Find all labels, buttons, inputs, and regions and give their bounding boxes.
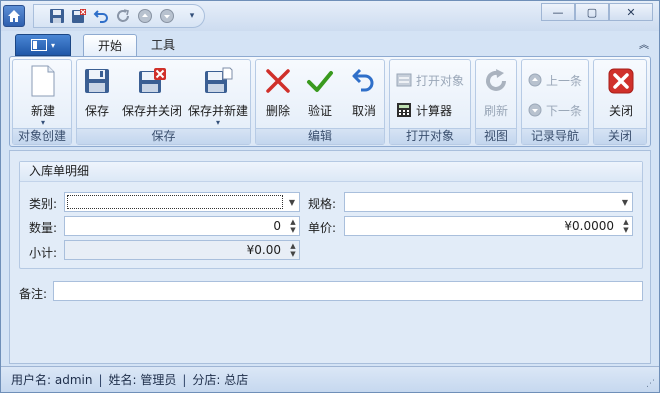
group-record-nav: 上一条 下一条 记录导航 <box>521 59 589 145</box>
resize-grip-icon[interactable]: ⋰ <box>646 379 655 389</box>
save-close-button[interactable]: 保存并关闭 <box>121 62 183 128</box>
group-label-create: 对象创建 <box>13 128 71 144</box>
status-name: 姓名: 管理员 <box>108 373 177 387</box>
save-new-button[interactable]: 保存并新建 ▾ <box>187 62 249 128</box>
remark-label: 备注: <box>19 287 48 301</box>
group-label-edit: 编辑 <box>256 128 384 144</box>
status-user: 用户名: admin <box>11 373 93 387</box>
save-disk-icon <box>81 64 113 98</box>
verify-button[interactable]: 验证 <box>302 62 338 128</box>
spin-icon[interactable]: ▲ ▼ <box>620 217 632 235</box>
group-open-object: 打开对象 计算器 打开对象 <box>389 59 471 145</box>
save-close-icon[interactable] <box>70 7 88 25</box>
spec-select[interactable]: ▼ <box>344 192 633 212</box>
status-branch: 分店: 总店 <box>192 373 249 387</box>
cancel-button[interactable]: 取消 <box>346 62 382 128</box>
undo-icon[interactable] <box>92 7 110 25</box>
maximize-button[interactable]: ▢ <box>575 3 609 21</box>
app-menu-icon <box>30 39 47 51</box>
ribbon-tabs: ▾ 开始 工具 ︽ <box>11 31 651 57</box>
refresh-icon <box>480 64 512 98</box>
delete-button[interactable]: 删除 <box>260 62 296 128</box>
tab-tools[interactable]: 工具 <box>137 34 189 57</box>
home-icon[interactable] <box>3 5 25 27</box>
qty-stepper[interactable]: 0 ▲ ▼ <box>64 216 300 236</box>
group-save: 保存 保存并关闭 保存并新建 ▾ 保存 <box>76 59 251 145</box>
new-button[interactable]: 新建 ▾ <box>19 62 67 128</box>
refresh-button[interactable]: 刷新 <box>479 62 513 128</box>
save-close-disk-icon <box>136 64 168 98</box>
close-window-button[interactable]: ✕ <box>609 3 653 21</box>
subtotal-label: 小计: <box>29 246 58 260</box>
app-menu-button[interactable]: ▾ <box>15 34 71 56</box>
group-create: 新建 ▾ 对象创建 <box>12 59 72 145</box>
calculator-button[interactable]: 计算器 <box>396 100 452 120</box>
status-bar: 用户名: admin | 姓名: 管理员 | 分店: 总店 ⋰ <box>1 366 659 392</box>
check-icon <box>304 64 336 98</box>
detail-groupbox: 入库单明细 类别: ▼ 规格: ▼ 数量: 0 ▲▼ 单价: ¥0.0000 <box>19 161 643 269</box>
app-window: ▾ — ▢ ✕ ▾ 开始 工具 ︽ 新建 ▾ 对象创建 保存 保存并关闭 保存并… <box>0 0 660 393</box>
category-select[interactable]: ▼ <box>64 192 300 212</box>
remark-input[interactable] <box>53 281 643 301</box>
group-close: 关闭 关闭 <box>593 59 647 145</box>
save-icon[interactable] <box>48 7 66 25</box>
group-edit: 删除 验证 取消 编辑 <box>255 59 385 145</box>
form-area: 入库单明细 类别: ▼ 规格: ▼ 数量: 0 ▲▼ 单价: ¥0.0000 <box>9 150 651 364</box>
section-title: 入库单明细 <box>20 162 642 182</box>
calculator-icon <box>397 103 411 117</box>
group-label-save: 保存 <box>77 128 250 144</box>
group-label-view: 视图 <box>476 128 516 144</box>
open-object-button[interactable]: 打开对象 <box>396 70 464 90</box>
category-label: 类别: <box>29 197 58 211</box>
open-object-icon <box>396 73 412 87</box>
close-button[interactable]: 关闭 <box>599 62 643 128</box>
group-label-open-object: 打开对象 <box>390 128 470 144</box>
arrow-down-circle-icon <box>528 103 542 117</box>
ribbon: 新建 ▾ 对象创建 保存 保存并关闭 保存并新建 ▾ 保存 删除 验证 取消 编… <box>9 56 651 147</box>
tab-home[interactable]: 开始 <box>83 34 138 57</box>
customize-qat-icon[interactable]: ▾ <box>186 11 198 21</box>
qty-label: 数量: <box>29 221 58 235</box>
collapse-ribbon-icon[interactable]: ︽ <box>639 36 649 51</box>
undo-arrow-icon <box>348 64 380 98</box>
save-new-disk-icon <box>202 64 234 98</box>
chevron-down-icon: ▾ <box>50 40 55 50</box>
new-document-icon <box>27 64 59 98</box>
delete-x-icon <box>262 64 294 98</box>
spec-label: 规格: <box>308 197 337 211</box>
price-stepper[interactable]: ¥0.0000 ▲ ▼ <box>344 216 633 236</box>
chevron-down-icon[interactable]: ▼ <box>285 193 299 211</box>
title-bar: ▾ — ▢ ✕ <box>1 1 659 31</box>
price-label: 单价: <box>308 221 337 235</box>
close-red-icon <box>605 64 637 98</box>
up-icon[interactable] <box>136 7 154 25</box>
window-controls: — ▢ ✕ <box>541 3 653 21</box>
prev-record-button[interactable]: 上一条 <box>528 70 582 90</box>
group-label-close: 关闭 <box>594 128 646 144</box>
down-icon[interactable] <box>158 7 176 25</box>
quick-access-toolbar: ▾ <box>3 3 205 29</box>
minimize-button[interactable]: — <box>541 3 575 21</box>
redo-icon[interactable] <box>114 7 132 25</box>
save-button[interactable]: 保存 <box>79 62 115 128</box>
group-view: 刷新 视图 <box>475 59 517 145</box>
spin-icon[interactable]: ▲ ▼ <box>287 217 299 235</box>
arrow-up-circle-icon <box>528 73 542 87</box>
subtotal-field: ¥0.00 ▲ ▼ <box>64 240 300 260</box>
qat-buttons: ▾ <box>33 4 205 28</box>
next-record-button[interactable]: 下一条 <box>528 100 582 120</box>
spin-icon: ▲ ▼ <box>290 242 296 258</box>
group-label-record-nav: 记录导航 <box>522 128 588 144</box>
chevron-down-icon[interactable]: ▼ <box>618 193 632 211</box>
